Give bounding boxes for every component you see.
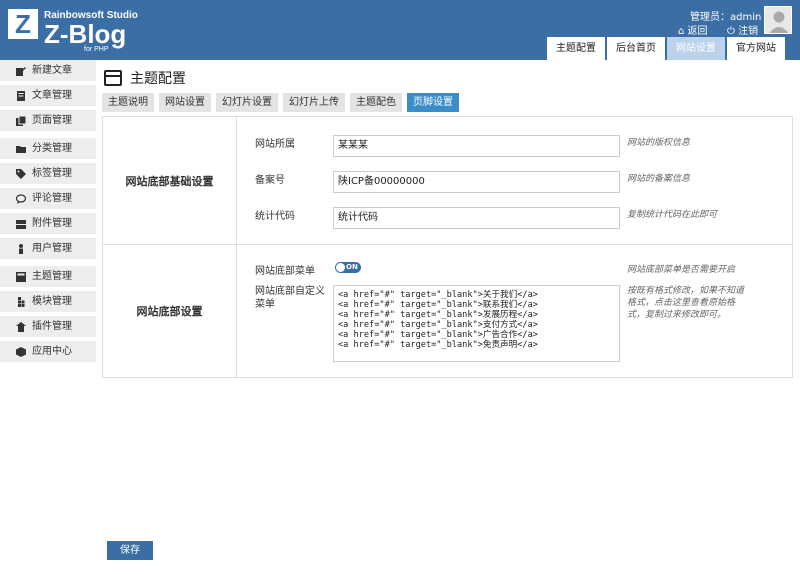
module-icon <box>18 296 25 307</box>
code-line: <a href="#" target="_blank">广告合作</a> <box>338 330 538 340</box>
field-description: 网站的版权信息 <box>627 138 691 148</box>
theme-icon <box>16 271 26 282</box>
code-line: <a href="#" target="_blank">发展历程</a> <box>338 310 538 320</box>
tag-icon <box>16 168 26 179</box>
top-tabs: 主题配置 后台首页 网站设置 官方网站 <box>547 37 785 60</box>
sidebar-item-label: 文章管理 <box>32 90 72 101</box>
sidebar-item-label: 新建文章 <box>32 65 72 76</box>
sub-tabs: 主题说明 网站设置 幻灯片设置 幻灯片上传 主题配色 页脚设置 <box>102 93 459 112</box>
field-label: 网站底部菜单 <box>255 266 315 277</box>
top-tab-dashboard[interactable]: 后台首页 <box>607 37 665 60</box>
tab-slider-settings[interactable]: 幻灯片设置 <box>216 93 278 112</box>
logo: Z <box>8 9 38 39</box>
logout-link[interactable]: ⏻ 注销 <box>727 22 758 37</box>
top-header: Z Rainbowsoft Studio Z-Blog for PHP 管理员：… <box>0 0 800 60</box>
page-title: 主题配置 <box>130 71 186 87</box>
sidebar-item-label: 应用中心 <box>32 346 72 357</box>
footer-menu-section: 网站底部设置 网站底部菜单 ON 网站底部菜单是否需要开启 网站底部自定义菜单 … <box>103 245 792 377</box>
page-icon <box>16 115 26 126</box>
power-icon: ⏻ <box>727 26 735 37</box>
code-line: <a href="#" target="_blank">免责声明</a> <box>338 340 538 350</box>
back-link[interactable]: ⌂ 返回 <box>678 22 708 37</box>
sidebar-item-comments[interactable]: 评论管理 <box>0 188 96 209</box>
logout-link-label: 注销 <box>738 26 759 37</box>
section-title: 网站底部基础设置 <box>103 117 237 244</box>
app-center-icon <box>16 346 26 357</box>
comment-icon <box>16 193 26 204</box>
toggle-state-text: ON <box>346 263 358 271</box>
toggle-knob <box>336 263 345 272</box>
sidebar-item-label: 主题管理 <box>32 271 72 282</box>
sidebar-item-label: 模块管理 <box>32 296 72 307</box>
field-description: 复制统计代码在此即可 <box>627 210 718 220</box>
article-icon <box>17 90 25 101</box>
attachment-icon <box>16 219 26 229</box>
field-description: 网站底部菜单是否需要开启 <box>627 265 736 275</box>
footer-basic-section: 网站底部基础设置 网站所属 某某某 网站的版权信息 备案号 陕ICP备00000… <box>103 117 792 245</box>
top-tab-site-settings[interactable]: 网站设置 <box>667 37 725 60</box>
sidebar-item-modules[interactable]: 模块管理 <box>0 291 96 312</box>
field-label: 统计代码 <box>255 211 295 222</box>
sidebar-item-label: 用户管理 <box>32 243 72 254</box>
window-icon <box>104 70 122 86</box>
folder-icon <box>16 145 26 153</box>
logo-brand-text: Z-Blog <box>44 19 127 49</box>
icp-number-input[interactable]: 陕ICP备00000000 <box>333 171 620 193</box>
top-tab-official-site[interactable]: 官方网站 <box>727 37 785 60</box>
sidebar-item-label: 页面管理 <box>32 115 72 126</box>
sidebar-item-users[interactable]: 用户管理 <box>0 238 96 259</box>
logo-sub-text: for PHP <box>84 46 109 53</box>
analytics-code-input[interactable]: 统计代码 <box>333 207 620 229</box>
code-line: <a href="#" target="_blank">关于我们</a> <box>338 290 538 300</box>
footer-menu-toggle[interactable]: ON <box>335 262 361 273</box>
code-line: <a href="#" target="_blank">支付方式</a> <box>338 320 538 330</box>
sidebar-item-plugins[interactable]: 插件管理 <box>0 316 96 337</box>
save-button[interactable]: 保存 <box>107 541 153 560</box>
sidebar-item-label: 标签管理 <box>32 168 72 179</box>
sidebar-item-categories[interactable]: 分类管理 <box>0 138 96 159</box>
top-tab-theme-config[interactable]: 主题配置 <box>547 37 605 60</box>
sidebar: 新建文章 文章管理 页面管理 分类管理 标签管理 评论管理 附件管理 用户管理 … <box>0 60 96 366</box>
sidebar-item-label: 附件管理 <box>32 218 72 229</box>
sidebar-item-tags[interactable]: 标签管理 <box>0 163 96 184</box>
sidebar-item-app-center[interactable]: 应用中心 <box>0 341 96 362</box>
custom-menu-textarea[interactable]: <a href="#" target="_blank">关于我们</a> <a … <box>333 285 620 362</box>
home-icon: ⌂ <box>678 26 685 37</box>
field-label: 备案号 <box>255 175 285 186</box>
edit-icon <box>16 66 26 76</box>
copyright-owner-input[interactable]: 某某某 <box>333 135 620 157</box>
tab-theme-colors[interactable]: 主题配色 <box>350 93 402 112</box>
admin-label: 管理员：admin <box>690 12 762 23</box>
field-label: 网站底部自定义菜单 <box>255 286 325 310</box>
sidebar-item-themes[interactable]: 主题管理 <box>0 266 96 287</box>
sidebar-item-label: 插件管理 <box>32 321 72 332</box>
tab-theme-description[interactable]: 主题说明 <box>102 93 154 112</box>
sidebar-item-label: 分类管理 <box>32 143 72 154</box>
settings-panel: 网站底部基础设置 网站所属 某某某 网站的版权信息 备案号 陕ICP备00000… <box>102 116 793 378</box>
sidebar-item-pages[interactable]: 页面管理 <box>0 110 96 131</box>
tab-slider-upload[interactable]: 幻灯片上传 <box>283 93 345 112</box>
field-description: 网站的备案信息 <box>627 174 691 184</box>
user-avatar-icon <box>769 11 789 33</box>
tab-footer-settings[interactable]: 页脚设置 <box>407 93 459 112</box>
page-header: 主题配置 <box>104 68 186 88</box>
section-title: 网站底部设置 <box>103 245 237 377</box>
avatar[interactable] <box>764 6 792 34</box>
code-line: <a href="#" target="_blank">联系我们</a> <box>338 300 538 310</box>
tab-site-settings[interactable]: 网站设置 <box>159 93 211 112</box>
back-link-label: 返回 <box>687 26 708 37</box>
plugin-icon <box>16 321 26 332</box>
field-description: 按既有格式修改，如果不知道格式，点击这里查看原始格式，复制过来修改即可。 <box>627 286 745 320</box>
sidebar-item-attachments[interactable]: 附件管理 <box>0 213 96 234</box>
field-label: 网站所属 <box>255 139 295 150</box>
sidebar-item-new-article[interactable]: 新建文章 <box>0 60 96 81</box>
sidebar-item-articles[interactable]: 文章管理 <box>0 85 96 106</box>
user-icon <box>19 243 23 254</box>
sidebar-item-label: 评论管理 <box>32 193 72 204</box>
